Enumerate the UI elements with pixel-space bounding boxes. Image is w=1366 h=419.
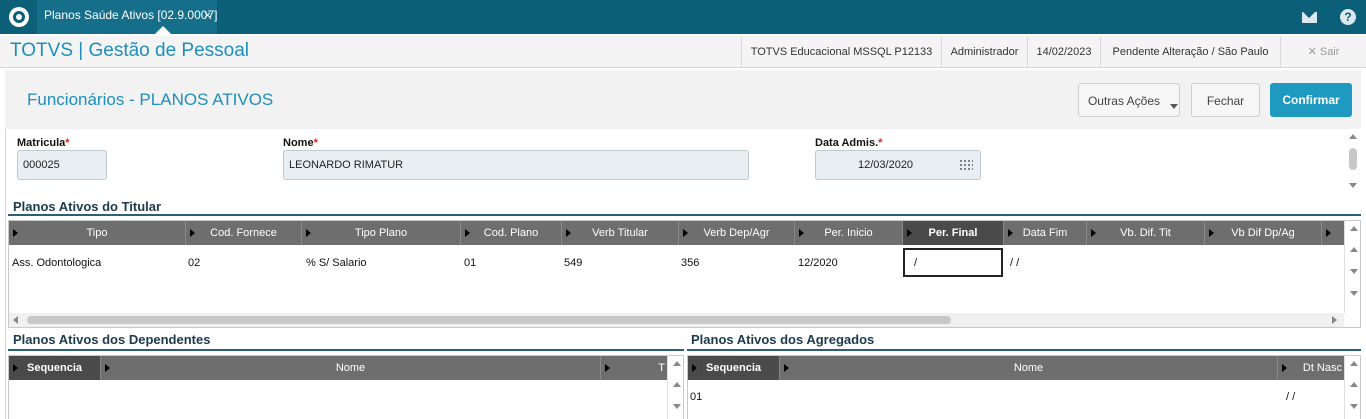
cell-verb-titular: 549 <box>564 257 583 269</box>
titular-vertical-scrollbar[interactable] <box>1344 221 1360 313</box>
titular-grid-header: Tipo Cod. Fornece Tipo Plano Cod. Plano … <box>9 221 1344 245</box>
col-vb-dif-tit[interactable]: Vb. Dif. Tit <box>1087 221 1205 245</box>
scroll-up-icon[interactable] <box>1350 247 1358 252</box>
environment-label: TOTVS Educacional MSSQL P12133 <box>741 36 941 68</box>
agregados-section-title: Planos Ativos dos Agregados <box>691 332 875 347</box>
agregados-grid-header: Sequencia Nome Dt Nasc <box>688 356 1344 380</box>
app-title: TOTVS | Gestão de Pessoal <box>10 40 250 61</box>
col-per-final[interactable]: Per. Final <box>903 221 1004 245</box>
cell-data-fim: / / <box>1010 257 1020 269</box>
titular-scroll-thumb[interactable] <box>27 316 951 324</box>
matricula-field[interactable]: 000025 <box>17 150 107 180</box>
dependentes-section-underline <box>8 349 684 351</box>
col-more[interactable] <box>1322 221 1344 245</box>
mail-icon[interactable] <box>1291 0 1327 34</box>
agregados-section-underline <box>687 349 1361 351</box>
col-nome[interactable]: Nome <box>101 356 601 380</box>
cell-dt-nasc: / / <box>1286 391 1296 403</box>
col-cod-plano[interactable]: Cod. Plano <box>461 221 562 245</box>
col-cod-fornece[interactable]: Cod. Fornece <box>186 221 302 245</box>
tab-planos-saude[interactable]: Planos Saúde Ativos [02.9.0007] × <box>37 0 217 34</box>
nome-label: Nome* <box>283 137 318 149</box>
col-tipo[interactable]: Tipo <box>9 221 186 245</box>
cell-tipo: Ass. Odontologica <box>12 257 102 269</box>
tab-active-indicator <box>155 26 171 34</box>
other-actions-button[interactable]: Outras Ações <box>1078 83 1180 117</box>
user-label: Administrador <box>941 36 1027 68</box>
cell-tipo-plano: % S/ Salario <box>306 257 367 269</box>
date-label: 14/02/2023 <box>1027 36 1100 68</box>
titular-horizontal-scrollbar[interactable] <box>9 313 1344 327</box>
cell-per-final-editor[interactable]: / <box>903 248 1003 277</box>
col-vb-dif-dp-ag[interactable]: Vb Dif Dp/Ag <box>1205 221 1322 245</box>
close-button[interactable]: Fechar <box>1191 83 1260 117</box>
col-verb-dep-agr[interactable]: Verb Dep/Agr <box>679 221 795 245</box>
col-tipo-plano[interactable]: Tipo Plano <box>302 221 461 245</box>
col-data-fim[interactable]: Data Fim <box>1004 221 1087 245</box>
calendar-icon[interactable] <box>959 159 973 171</box>
status-label: Pendente Alteração / São Paulo <box>1100 36 1280 68</box>
help-icon[interactable]: ? <box>1330 0 1366 34</box>
scroll-down-icon[interactable] <box>1350 291 1358 296</box>
form-scroll-thumb[interactable] <box>1349 148 1357 170</box>
form-scrollbar[interactable] <box>1346 130 1360 192</box>
page-title: Funcionários - PLANOS ATIVOS <box>27 90 274 109</box>
dependentes-grid-header: Sequencia Nome T <box>9 356 667 380</box>
exit-button[interactable]: ✕ Sair <box>1280 36 1366 68</box>
scroll-up-icon[interactable] <box>673 361 681 366</box>
scroll-up-icon[interactable] <box>1350 226 1358 231</box>
scroll-down-icon[interactable] <box>1349 183 1357 188</box>
top-bar: Planos Saúde Ativos [02.9.0007] × ? <box>0 0 1366 34</box>
scroll-down-icon[interactable] <box>1350 269 1358 274</box>
col-tipo[interactable]: T <box>601 356 667 380</box>
agregados-grid: Sequencia Nome Dt Nasc 01 / / <box>687 355 1361 419</box>
cell-per-inicio: 12/2020 <box>798 257 838 269</box>
data-admis-value: 12/03/2020 <box>858 159 914 171</box>
dependentes-vertical-scrollbar[interactable] <box>667 356 683 419</box>
cell-cod-plano: 01 <box>464 257 477 269</box>
nome-field[interactable]: LEONARDO RIMATUR <box>283 150 749 180</box>
titular-grid: Tipo Cod. Fornece Tipo Plano Cod. Plano … <box>8 220 1361 328</box>
data-admis-field[interactable]: 12/03/2020 <box>815 150 981 180</box>
app-window: Planos Saúde Ativos [02.9.0007] × ? TOTV… <box>0 0 1366 419</box>
other-actions-label: Outras Ações <box>1087 94 1161 108</box>
col-nome[interactable]: Nome <box>780 356 1278 380</box>
scroll-up-icon[interactable] <box>1350 382 1358 387</box>
col-per-inicio[interactable]: Per. Inicio <box>795 221 903 245</box>
col-sequencia[interactable]: Sequencia <box>688 356 780 380</box>
cell-verb-dep-agr: 356 <box>681 257 700 269</box>
tab-label: Planos Saúde Ativos [02.9.0007] <box>44 8 218 22</box>
titular-section-underline <box>8 214 1361 216</box>
dependentes-grid: Sequencia Nome T <box>8 355 684 419</box>
titular-section-title: Planos Ativos do Titular <box>13 199 162 214</box>
col-sequencia[interactable]: Sequencia <box>9 356 101 380</box>
col-dt-nasc[interactable]: Dt Nasc <box>1278 356 1344 380</box>
page-title-bar: Funcionários - PLANOS ATIVOS Outras Açõe… <box>5 70 1361 129</box>
scroll-right-icon[interactable] <box>1332 316 1337 324</box>
matricula-label: Matricula* <box>17 137 70 149</box>
col-verb-titular[interactable]: Verb Titular <box>562 221 679 245</box>
scroll-up-icon[interactable] <box>1349 134 1357 139</box>
scroll-down-icon[interactable] <box>673 404 681 409</box>
tab-close-icon[interactable]: × <box>204 0 211 30</box>
totvs-logo-icon[interactable] <box>9 7 29 27</box>
data-admis-label: Data Admis.* <box>815 137 883 149</box>
scroll-down-icon[interactable] <box>1350 404 1358 409</box>
scroll-left-icon[interactable] <box>13 316 18 324</box>
scroll-up-icon[interactable] <box>673 382 681 387</box>
cell-cod-fornece: 02 <box>188 257 201 269</box>
confirm-button[interactable]: Confirmar <box>1270 83 1352 117</box>
cell-sequencia: 01 <box>690 391 703 403</box>
dependentes-section-title: Planos Ativos dos Dependentes <box>13 332 211 347</box>
cell-per-final: / <box>914 257 918 269</box>
agregados-vertical-scrollbar[interactable] <box>1344 356 1360 419</box>
app-header: TOTVS | Gestão de Pessoal TOTVS Educacio… <box>0 36 1366 68</box>
chevron-down-icon <box>1170 104 1178 109</box>
scroll-up-icon[interactable] <box>1350 361 1358 366</box>
